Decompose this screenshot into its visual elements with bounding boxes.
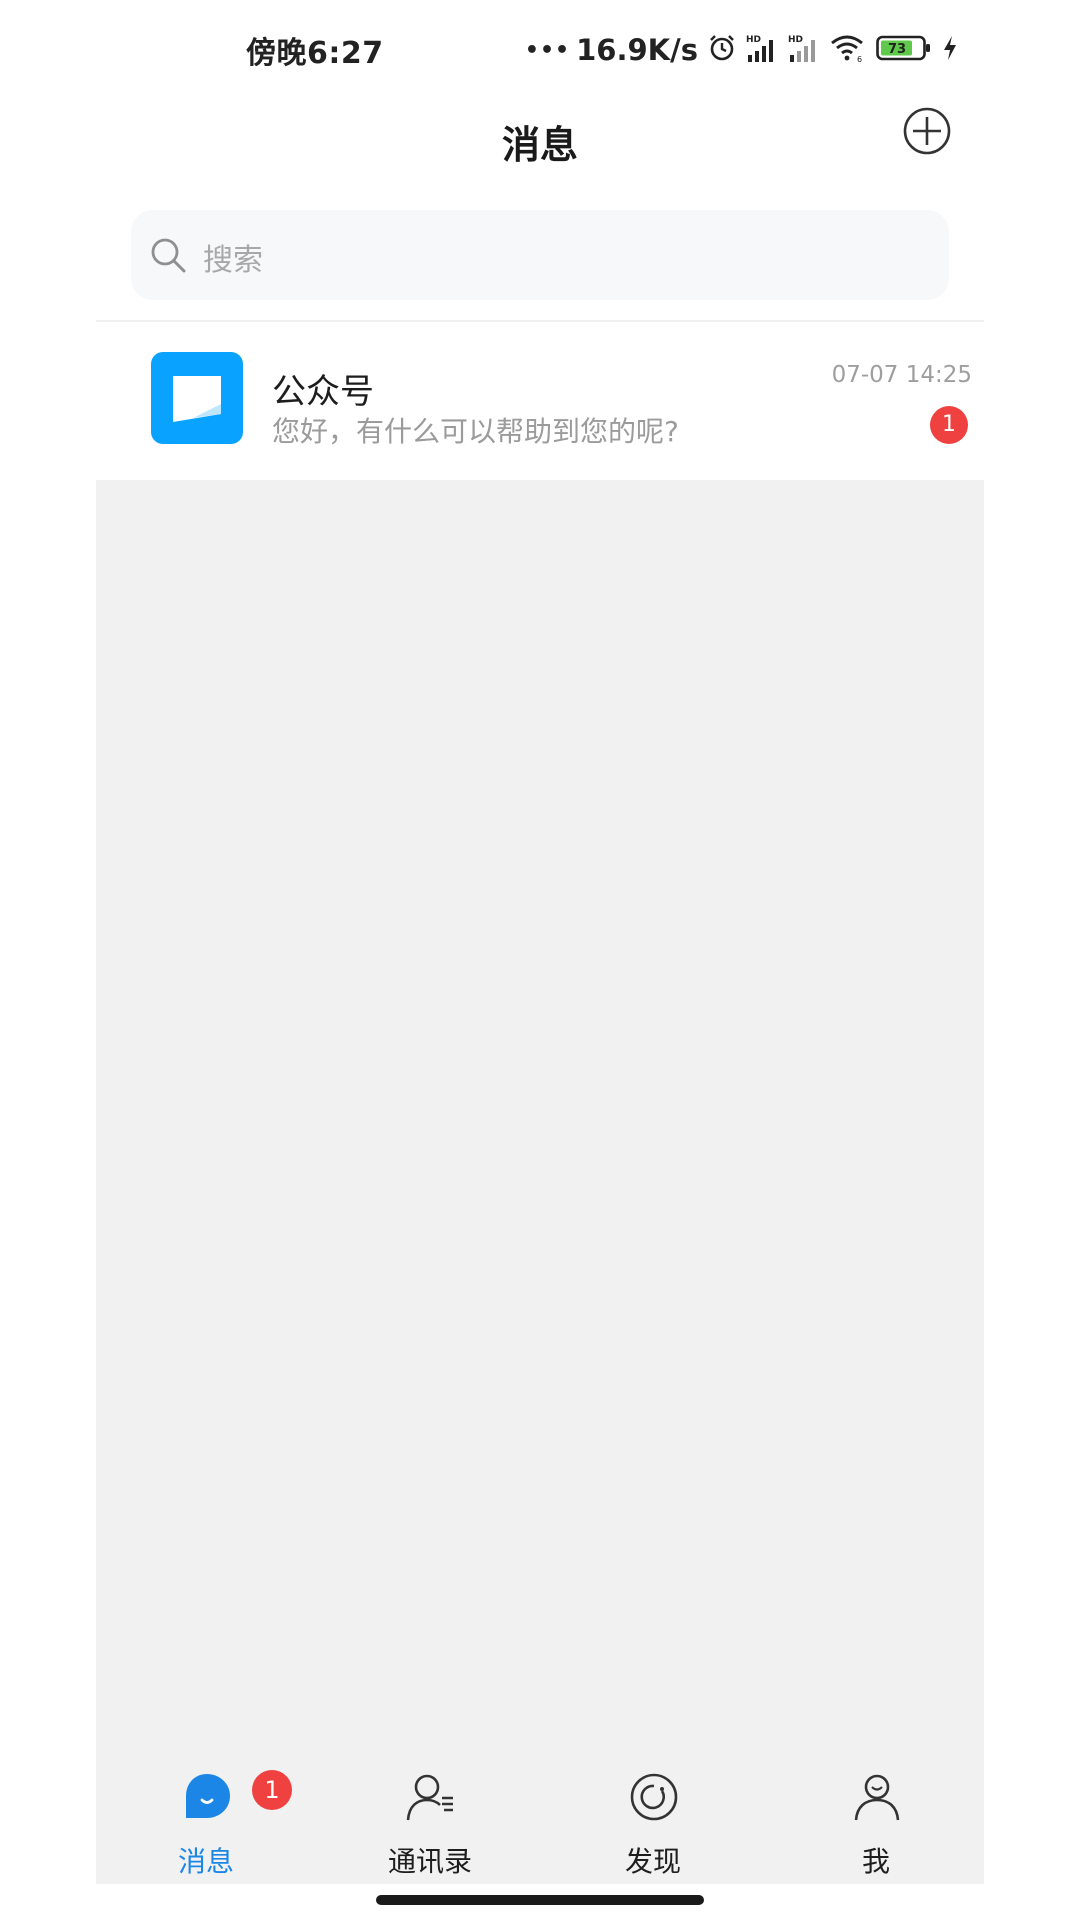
battery-icon: 73 bbox=[876, 34, 932, 66]
tab-label: 通讯录 bbox=[387, 1845, 472, 1878]
plus-circle-icon bbox=[903, 107, 951, 155]
bottom-tab-bar: 1 消息 通讯录 发现 我 bbox=[96, 1758, 984, 1884]
net-speed: 16.9K/s bbox=[576, 33, 698, 67]
alarm-icon bbox=[708, 34, 736, 66]
discover-icon bbox=[630, 1773, 678, 1821]
avatar bbox=[151, 352, 243, 444]
add-button[interactable] bbox=[902, 106, 952, 156]
conversation-time: 07-07 14:25 bbox=[831, 362, 972, 388]
search-placeholder: 搜索 bbox=[203, 243, 263, 278]
search-section: 搜索 bbox=[96, 188, 984, 322]
list-item[interactable]: 公众号 您好，有什么可以帮助到您的呢? 07-07 14:25 1 bbox=[96, 322, 984, 480]
search-icon bbox=[151, 238, 186, 273]
status-dots: ••• bbox=[524, 37, 571, 63]
conversation-name: 公众号 bbox=[272, 372, 374, 412]
wifi-icon: 6 bbox=[830, 33, 866, 67]
unread-badge: 1 bbox=[930, 406, 968, 444]
tab-messages[interactable]: 1 消息 bbox=[116, 1758, 296, 1884]
tab-label: 发现 bbox=[624, 1845, 681, 1878]
svg-text:HD: HD bbox=[746, 35, 761, 45]
tab-me[interactable]: 我 bbox=[786, 1758, 966, 1884]
tab-label: 消息 bbox=[177, 1845, 234, 1878]
home-indicator[interactable] bbox=[376, 1895, 704, 1905]
page-title: 消息 bbox=[501, 123, 578, 167]
search-input[interactable]: 搜索 bbox=[131, 210, 949, 300]
message-icon bbox=[186, 1774, 230, 1818]
empty-content-area bbox=[96, 480, 984, 1758]
status-time: 傍晚6:27 bbox=[246, 36, 384, 71]
charging-icon bbox=[942, 35, 958, 65]
status-icons: ••• 16.9K/s HD HD 6 73 bbox=[525, 28, 958, 72]
tab-badge: 1 bbox=[252, 1770, 292, 1810]
battery-level: 73 bbox=[888, 42, 906, 57]
status-bar: 傍晚6:27 ••• 16.9K/s HD HD 6 73 bbox=[0, 0, 1080, 96]
profile-icon bbox=[854, 1774, 900, 1821]
contacts-icon bbox=[406, 1774, 453, 1821]
tab-contacts[interactable]: 通讯录 bbox=[340, 1758, 520, 1884]
svg-text:6: 6 bbox=[857, 55, 862, 63]
chat-bubble-icon bbox=[173, 376, 221, 422]
tab-discover[interactable]: 发现 bbox=[563, 1758, 743, 1884]
conversation-preview: 您好，有什么可以帮助到您的呢? bbox=[272, 415, 679, 448]
app-header: 消息 bbox=[96, 96, 984, 190]
signal-hd-icon: HD bbox=[788, 33, 820, 67]
tab-label: 我 bbox=[861, 1845, 890, 1878]
svg-text:HD: HD bbox=[788, 35, 803, 45]
signal-hd-icon: HD bbox=[746, 33, 778, 67]
conversation-list: 公众号 您好，有什么可以帮助到您的呢? 07-07 14:25 1 bbox=[96, 322, 984, 480]
